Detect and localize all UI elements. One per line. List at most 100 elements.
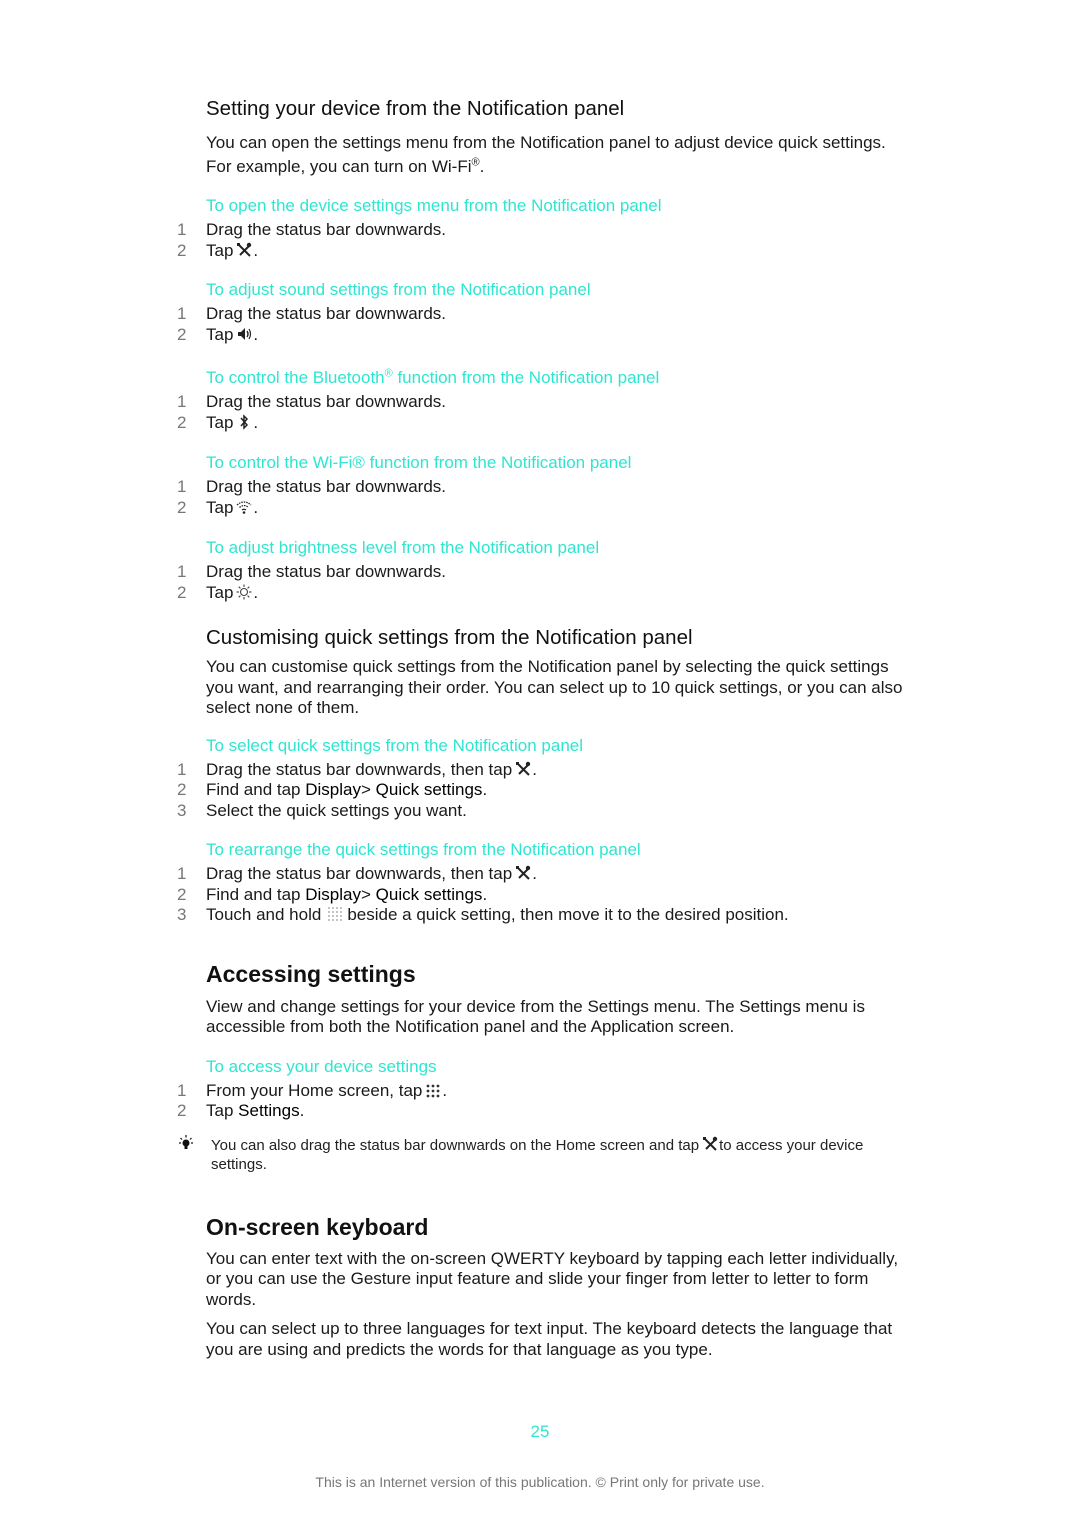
- step-text-end: .: [532, 864, 537, 883]
- path-separator: >: [361, 884, 371, 904]
- step-number: 3: [177, 800, 187, 820]
- registered-mark: ®: [471, 156, 480, 169]
- procedure-title: To adjust sound settings from the Notifi…: [206, 280, 591, 299]
- procedure-title: To control the Wi-Fi® function from the …: [206, 453, 632, 472]
- procedure-title: To access your device settings: [206, 1056, 437, 1076]
- step-text-end: .: [532, 759, 537, 779]
- step-number: 2: [177, 1101, 187, 1120]
- brightness-icon: [236, 584, 252, 600]
- step-item: 1 From your Home screen, tap.: [177, 1080, 906, 1102]
- step-text-end: .: [253, 582, 259, 602]
- section-heading-notification-settings: Setting your device from the Notificatio…: [206, 97, 625, 120]
- document-page: Setting your device from the Notificatio…: [0, 0, 1080, 1527]
- step-text: Drag the status bar downwards, then tap: [206, 864, 513, 883]
- step-number: 2: [177, 324, 187, 344]
- step-number: 3: [177, 905, 187, 924]
- registered-mark: ®: [384, 367, 393, 380]
- intro-text-end: .: [479, 157, 485, 176]
- step-item: 2 Tap.: [177, 582, 906, 604]
- step-item: 2 Tap.: [177, 412, 906, 434]
- step-text: From your Home screen, tap: [206, 1080, 423, 1100]
- app-grid-icon: [425, 1082, 441, 1098]
- step-number: 2: [177, 884, 187, 904]
- step-text: Tap: [206, 412, 234, 432]
- footer-notice: This is an Internet version of this publ…: [315, 1474, 765, 1490]
- step-number: 1: [177, 304, 187, 323]
- step-number: 1: [177, 864, 187, 883]
- bluetooth-icon: [236, 413, 252, 430]
- step-text-end: .: [482, 884, 488, 904]
- section-intro: You can customise quick settings from th…: [206, 657, 903, 717]
- step-item: 1 Drag the status bar downwards.: [177, 562, 906, 583]
- step-item: 2 Find and tap Display> Quick settings.: [177, 780, 906, 801]
- step-list: 1 From your Home screen, tap. 2 Tap Settin…: [177, 1080, 906, 1122]
- settings-tools-icon: [236, 242, 252, 258]
- step-number: 2: [177, 412, 187, 432]
- step-number: 2: [177, 582, 187, 602]
- step-text-end: .: [299, 1101, 305, 1120]
- section-heading-customising-quick-settings: Customising quick settings from the Noti…: [206, 626, 693, 649]
- step-number: 1: [177, 477, 187, 496]
- step-text: Select the quick settings you want.: [206, 800, 467, 820]
- step-text: Find and tap: [206, 780, 301, 799]
- section-heading-on-screen-keyboard: On-screen keyboard: [206, 1213, 429, 1240]
- step-text-end: beside a quick setting, then move it to …: [347, 905, 789, 924]
- step-text-end: .: [482, 780, 488, 799]
- step-list: 1 Drag the status bar downwards. 2 Tap.: [177, 562, 906, 604]
- settings-tools-icon: [515, 865, 531, 881]
- step-text: Drag the status bar downwards, then tap: [206, 759, 513, 779]
- step-text-end: .: [253, 240, 259, 260]
- step-text: Touch and hold: [206, 905, 322, 924]
- step-list: 1 Drag the status bar downwards, then tap…: [177, 864, 906, 926]
- step-text-end: .: [253, 497, 259, 517]
- ui-term-display: Display: [305, 884, 361, 904]
- step-text: Tap: [206, 1101, 234, 1120]
- paragraph: You can select up to three languages for…: [206, 1319, 893, 1359]
- procedure-title: To select quick settings from the Notifi…: [206, 735, 584, 755]
- procedure-title: To open the device settings menu from th…: [206, 196, 662, 215]
- step-text: Find and tap: [206, 884, 301, 904]
- step-text: Drag the status bar downwards.: [206, 562, 447, 581]
- page-content: Setting your device from the Notificatio…: [177, 96, 906, 1360]
- tip-lightbulb-icon: [176, 1134, 196, 1154]
- step-text: Tap: [206, 324, 234, 344]
- step-number: 1: [177, 392, 187, 411]
- step-list: 1 Drag the status bar downwards. 2 Tap.: [177, 304, 906, 346]
- section-intro: You can open the settings menu from the …: [206, 131, 906, 179]
- section-intro: View and change settings for your device…: [206, 996, 865, 1037]
- path-separator: >: [361, 780, 371, 799]
- step-text: Drag the status bar downwards.: [206, 392, 447, 411]
- step-number: 1: [177, 1080, 187, 1100]
- step-number: 2: [177, 497, 187, 517]
- settings-tools-icon: [515, 761, 531, 777]
- sound-icon: [236, 326, 252, 342]
- step-text: Drag the status bar downwards.: [206, 477, 447, 496]
- procedure-title: To rearrange the quick settings from the…: [206, 840, 641, 859]
- procedure-title-text-end: function from the Notification panel: [392, 368, 660, 387]
- step-text: Drag the status bar downwards.: [206, 304, 447, 323]
- step-item: 1 Drag the status bar downwards, then tap…: [177, 864, 906, 885]
- intro-text: You can open the settings menu from the …: [206, 133, 886, 176]
- step-text: Tap: [206, 240, 234, 260]
- step-item: 1 Drag the status bar downwards.: [177, 477, 906, 498]
- step-text: Drag the status bar downwards.: [206, 220, 447, 239]
- step-item: 1 Drag the status bar downwards.: [177, 392, 906, 413]
- procedure-title: To adjust brightness level from the Noti…: [206, 538, 600, 557]
- tip-note: You can also drag the status bar downwar…: [179, 1134, 906, 1174]
- procedure-title-text: To control the Bluetooth: [206, 368, 385, 387]
- step-item: 2 Tap Settings.: [177, 1101, 906, 1122]
- step-list: 1 Drag the status bar downwards. 2 Tap.: [177, 392, 906, 434]
- ui-term-quick-settings: Quick settings: [375, 884, 483, 904]
- step-text-end: .: [253, 412, 259, 432]
- step-text-end: .: [253, 324, 259, 344]
- step-item: 2 Tap.: [177, 324, 906, 346]
- step-item: 3 Touch and hold beside a quick setting, t…: [177, 905, 906, 926]
- step-text: Tap: [206, 582, 234, 602]
- drag-handle-icon: [327, 906, 343, 922]
- ui-term-settings: Settings: [238, 1101, 300, 1120]
- step-item: 2 Find and tap Display> Quick settings.: [177, 884, 906, 906]
- step-number: 2: [177, 240, 187, 260]
- step-list: 1 Drag the status bar downwards. 2 Tap.: [177, 477, 906, 518]
- step-list: 1 Drag the status bar downwards. 2 Tap.: [177, 220, 906, 261]
- step-number: 1: [177, 759, 187, 779]
